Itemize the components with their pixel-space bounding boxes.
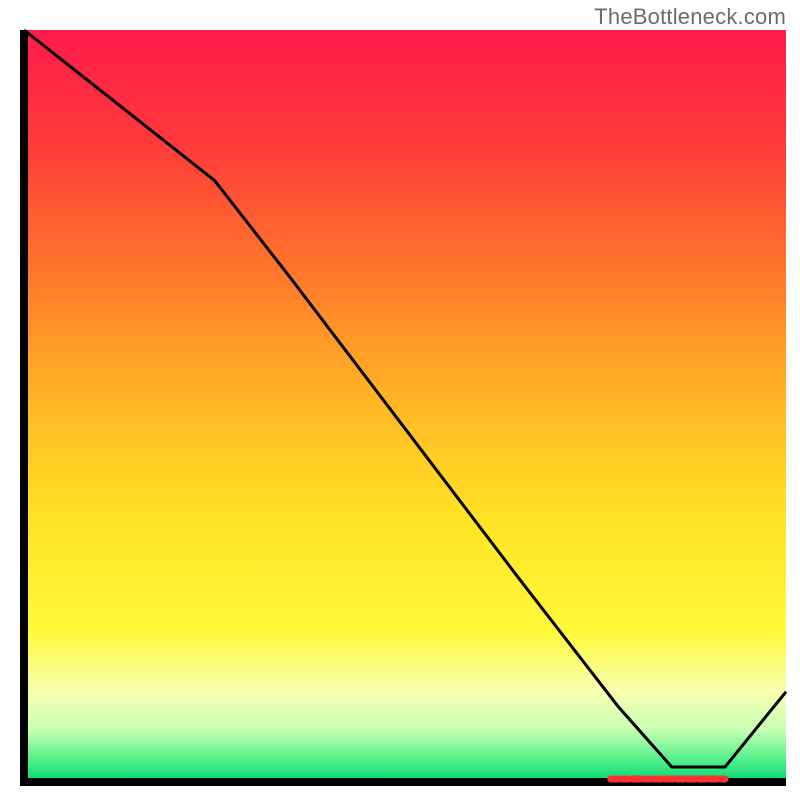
bottleneck-chart bbox=[0, 0, 800, 800]
plot-background bbox=[24, 30, 786, 782]
watermark-label: TheBottleneck.com bbox=[594, 4, 786, 30]
chart-canvas: TheBottleneck.com bbox=[0, 0, 800, 800]
